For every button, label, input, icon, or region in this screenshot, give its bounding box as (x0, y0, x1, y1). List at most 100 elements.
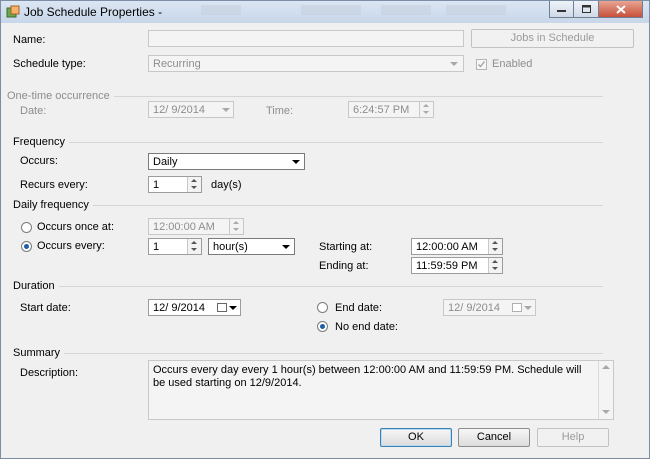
chevron-down-icon (282, 245, 290, 249)
background-blur (381, 5, 431, 15)
no-end-date-radio[interactable] (317, 321, 328, 332)
schedule-type-select[interactable]: Recurring (148, 55, 464, 72)
spin-down-icon (233, 228, 239, 231)
occurs-label: Occurs: (20, 155, 58, 167)
summary-section-header: Summary (13, 347, 637, 359)
spin-up-icon (492, 241, 498, 244)
schedule-type-value: Recurring (153, 58, 201, 70)
ending-at-label: Ending at: (319, 260, 369, 272)
summary-section-label: Summary (13, 347, 65, 359)
occurs-once-radio[interactable] (21, 222, 32, 233)
chevron-down-icon (222, 108, 230, 112)
description-label: Description: (20, 367, 79, 379)
spin-up-icon (191, 179, 197, 182)
chevron-down-icon (450, 62, 458, 66)
starting-at-value: 12:00:00 AM (416, 241, 478, 253)
ok-button[interactable]: OK (380, 428, 452, 447)
chevron-down-icon (229, 306, 237, 310)
time-picker-disabled[interactable]: 6:24:57 PM (348, 101, 434, 118)
recurs-unit-label: day(s) (211, 179, 242, 191)
occurs-once-label: Occurs once at: (37, 221, 115, 233)
name-field[interactable] (148, 30, 464, 47)
occurs-every-spinner[interactable] (187, 239, 201, 254)
dialog-body: Name: Jobs in Schedule Schedule type: Re… (5, 25, 643, 451)
duration-section-header: Duration (13, 280, 637, 292)
interval-unit-value: hour(s) (213, 241, 248, 253)
starting-at-spinner[interactable] (488, 239, 502, 254)
date-picker-disabled[interactable]: 12/ 9/2014 (148, 101, 234, 118)
help-button[interactable]: Help (537, 428, 609, 447)
start-date-picker[interactable]: 12/ 9/2014 (148, 299, 241, 316)
starting-at-label: Starting at: (319, 241, 373, 253)
occurs-once-time-input[interactable]: 12:00:00 AM (148, 218, 244, 235)
minimize-icon (557, 10, 566, 12)
occurs-every-value: 1 (153, 241, 160, 253)
occurs-every-radio[interactable] (21, 241, 32, 252)
section-divider (13, 142, 603, 143)
close-icon (615, 4, 626, 14)
date-label: Date: (20, 105, 47, 117)
spin-down-icon (492, 248, 498, 251)
spin-down-icon (191, 186, 197, 189)
ending-at-spinner[interactable] (488, 258, 502, 273)
one-time-section-header: One-time occurrence (7, 90, 637, 102)
background-blur (201, 5, 241, 15)
time-spinner[interactable] (419, 102, 433, 117)
occurs-select[interactable]: Daily (148, 153, 305, 170)
background-blur (301, 5, 361, 15)
ending-at-value: 11:59:59 PM (416, 260, 478, 272)
daily-frequency-section-label: Daily frequency (13, 199, 93, 211)
calendar-icon (512, 303, 522, 312)
spin-down-icon (191, 248, 197, 251)
spin-down-icon (423, 111, 429, 114)
app-icon (6, 5, 20, 18)
time-value: 6:24:57 PM (353, 104, 410, 116)
end-date-radio[interactable] (317, 302, 328, 313)
window-title: Job Schedule Properties - (24, 5, 163, 19)
occurs-every-label: Occurs every: (37, 240, 105, 252)
end-date-picker[interactable]: 12/ 9/2014 (443, 299, 536, 316)
section-divider (13, 286, 603, 287)
calendar-icon (217, 303, 227, 312)
cancel-button[interactable]: Cancel (458, 428, 530, 447)
close-button[interactable] (599, 1, 643, 18)
maximize-button[interactable] (574, 1, 599, 18)
enabled-checkbox[interactable] (476, 59, 487, 70)
start-date-label: Start date: (20, 302, 71, 314)
recurs-every-label: Recurs every: (20, 179, 88, 191)
enabled-label: Enabled (492, 58, 533, 70)
no-end-date-label: No end date: (335, 321, 398, 333)
time-label: Time: (266, 105, 294, 117)
starting-at-input[interactable]: 12:00:00 AM (411, 238, 503, 255)
description-text[interactable]: Occurs every day every 1 hour(s) between… (148, 360, 614, 420)
chevron-down-icon (524, 306, 532, 310)
frequency-section-label: Frequency (13, 136, 69, 148)
frequency-section-header: Frequency (13, 136, 637, 148)
occurs-value: Daily (153, 156, 178, 168)
chevron-down-icon (602, 410, 610, 414)
occurs-every-input[interactable]: 1 (148, 238, 202, 255)
recurs-every-value: 1 (153, 179, 160, 191)
interval-unit-select[interactable]: hour(s) (208, 238, 295, 255)
window-controls (549, 1, 643, 19)
recurs-spinner[interactable] (187, 177, 201, 192)
end-date-value: 12/ 9/2014 (448, 302, 500, 314)
occurs-once-spinner[interactable] (229, 219, 243, 234)
start-date-value: 12/ 9/2014 (153, 302, 205, 314)
jobs-in-schedule-button[interactable]: Jobs in Schedule (471, 29, 634, 48)
spin-up-icon (191, 241, 197, 244)
job-schedule-properties-window: Job Schedule Properties - Name: Jobs in … (0, 0, 650, 459)
description-scrollbar[interactable] (598, 361, 613, 419)
minimize-button[interactable] (549, 1, 574, 18)
check-icon (478, 61, 486, 68)
ending-at-input[interactable]: 11:59:59 PM (411, 257, 503, 274)
section-divider (13, 205, 603, 206)
title-bar[interactable]: Job Schedule Properties - (1, 1, 649, 23)
recurs-every-input[interactable]: 1 (148, 176, 202, 193)
duration-section-label: Duration (13, 280, 59, 292)
chevron-up-icon (602, 365, 610, 369)
spin-up-icon (233, 221, 239, 224)
background-blur (446, 5, 506, 15)
chevron-down-icon (292, 160, 300, 164)
name-label: Name: (13, 34, 46, 46)
